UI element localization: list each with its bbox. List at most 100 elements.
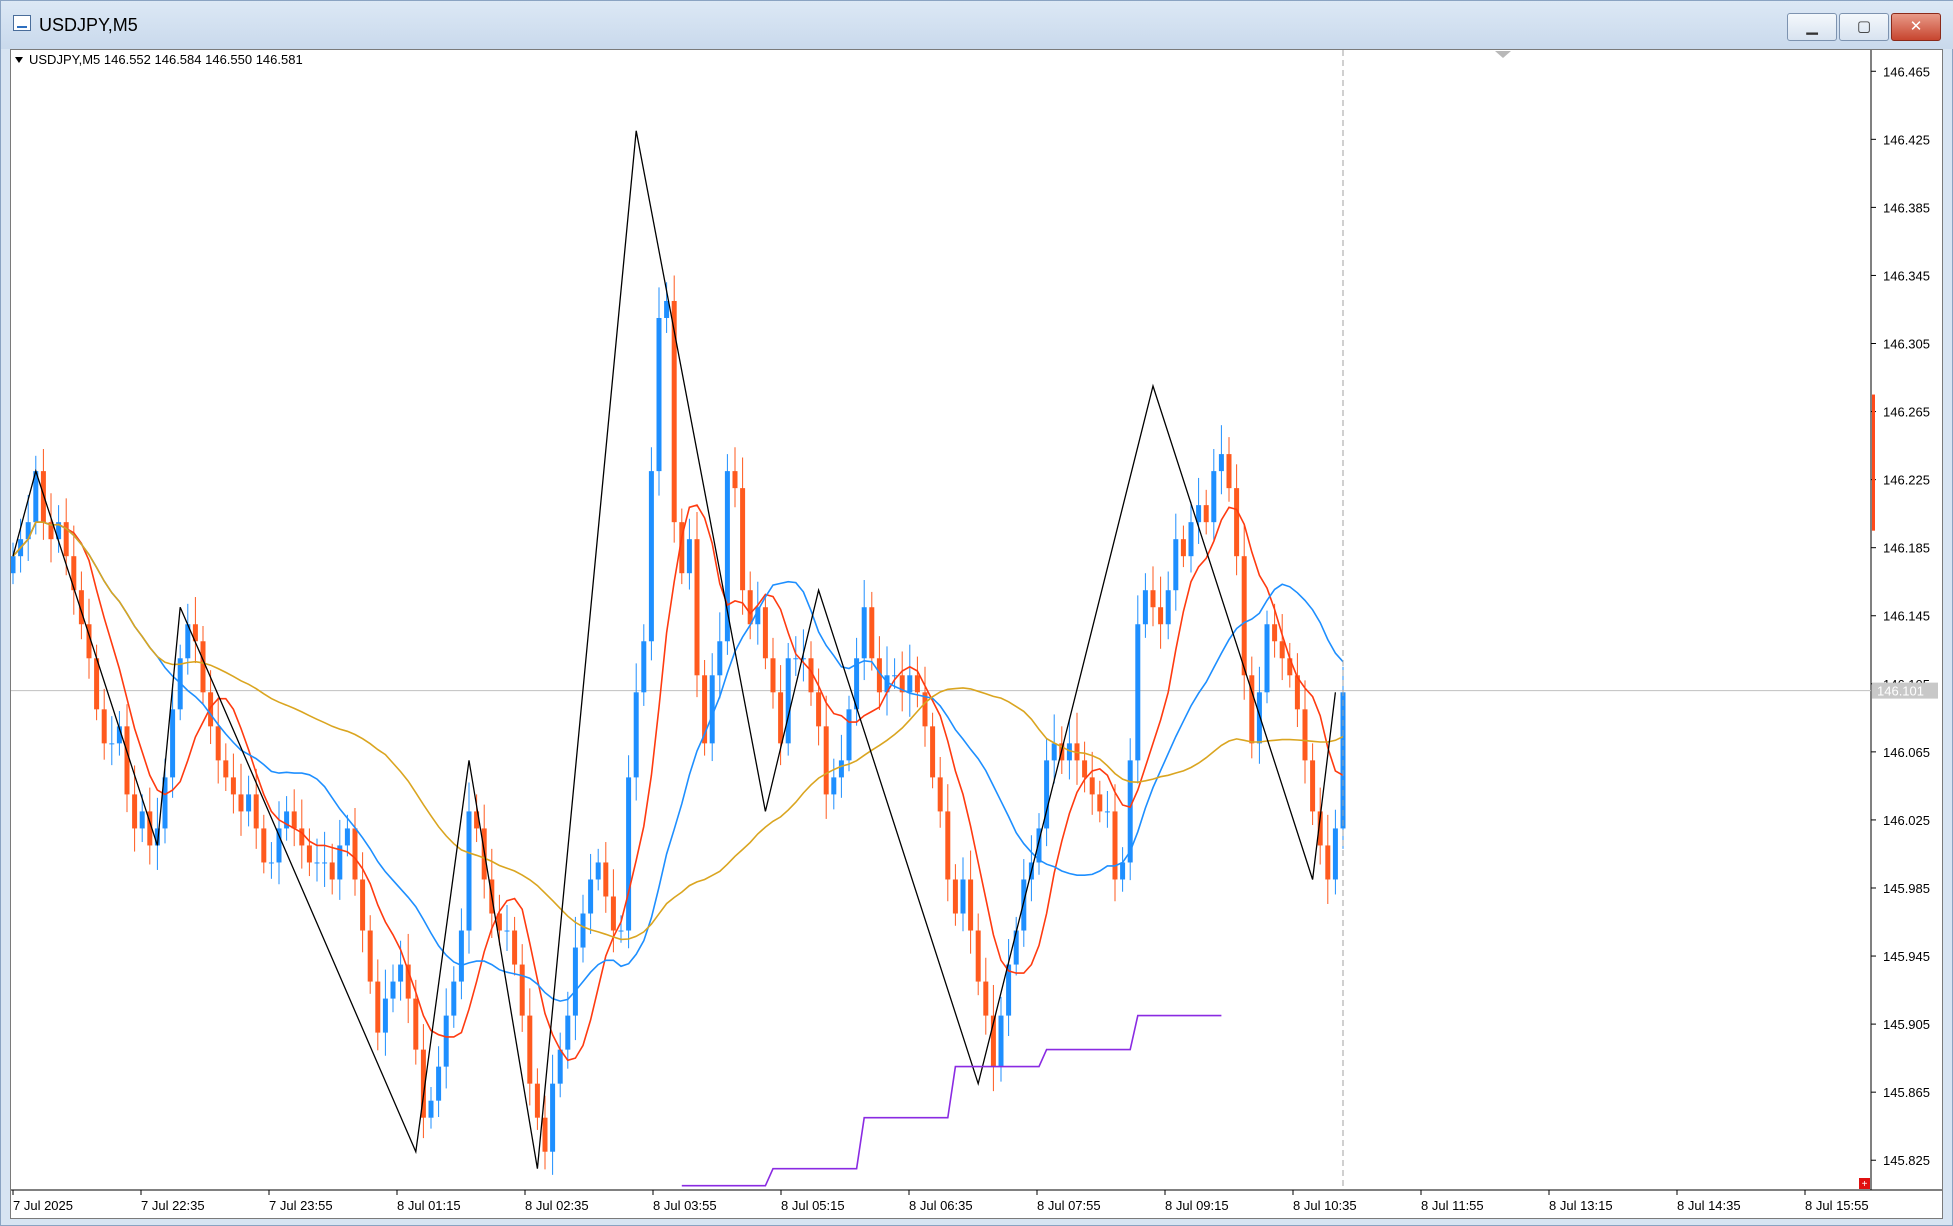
candle: [717, 612, 723, 699]
price-chart[interactable]: USDJPY,M5 146.552 146.584 146.550 146.58…: [10, 50, 1942, 1218]
step-indicator-line: [681, 1014, 1222, 1187]
candle: [656, 287, 662, 496]
candle: [1279, 614, 1285, 681]
candle: [1097, 780, 1103, 823]
candle: [1188, 501, 1194, 573]
candle: [306, 828, 312, 877]
candle-body: [101, 709, 107, 744]
candle-body: [1104, 811, 1110, 813]
candle-body: [443, 1015, 449, 1067]
candle-body: [1234, 488, 1240, 557]
chart-area[interactable]: USDJPY,M5 146.552 146.584 146.550 146.58…: [10, 49, 1943, 1219]
candle: [139, 794, 145, 843]
candle: [375, 959, 381, 1051]
candle-body: [314, 862, 320, 864]
candle-body: [572, 947, 578, 1016]
candle-body: [375, 981, 381, 1033]
candle-body: [778, 692, 784, 744]
candle-body: [451, 981, 457, 1016]
candle: [428, 1087, 434, 1129]
candle-body: [1279, 641, 1285, 659]
candle-body: [1272, 624, 1278, 642]
x-tick-label: 8 Jul 11:55: [1421, 1198, 1484, 1213]
candle-body: [1264, 624, 1270, 693]
candle: [451, 966, 457, 1028]
window-title: USDJPY,M5: [39, 15, 138, 35]
candle: [831, 758, 837, 810]
candle: [382, 969, 388, 1056]
y-tick-label: 146.025: [1883, 813, 1930, 828]
candle: [952, 864, 958, 926]
candle: [626, 755, 632, 949]
candle-body: [200, 641, 206, 693]
candle-body: [527, 1015, 533, 1084]
y-tick-label: 145.905: [1883, 1017, 1930, 1032]
candle-body: [1142, 590, 1148, 625]
candle-body: [253, 794, 259, 829]
candle: [405, 933, 411, 1024]
maximize-button[interactable]: ▢: [1839, 13, 1889, 41]
candle: [588, 853, 594, 934]
y-tick-label: 146.065: [1883, 745, 1930, 760]
candle-body: [1089, 777, 1095, 795]
candle-body: [1082, 760, 1088, 778]
candle: [1249, 656, 1255, 759]
candle-body: [390, 981, 396, 999]
candle-body: [762, 607, 768, 659]
minimize-button[interactable]: ▁: [1787, 13, 1837, 41]
candle-body: [1180, 539, 1186, 557]
candle: [990, 984, 996, 1092]
candle-body: [40, 471, 46, 523]
candle-body: [747, 590, 753, 625]
candle: [550, 1054, 556, 1175]
x-tick-label: 8 Jul 03:55: [653, 1198, 717, 1213]
candle-body: [344, 828, 350, 846]
x-tick-label: 8 Jul 09:15: [1165, 1198, 1229, 1213]
chart-shift-marker-icon[interactable]: [1495, 51, 1511, 58]
candle-body: [261, 828, 267, 863]
candle: [937, 756, 943, 828]
y-tick-label: 145.945: [1883, 949, 1930, 964]
candle-body: [519, 964, 525, 1016]
candle: [945, 784, 951, 902]
candle: [109, 716, 115, 766]
candle: [1294, 653, 1300, 728]
candle: [580, 894, 586, 963]
candle: [101, 688, 107, 760]
candle: [1158, 576, 1164, 649]
candle-body: [869, 607, 875, 659]
close-button[interactable]: ✕: [1891, 13, 1941, 41]
y-tick-label: 146.465: [1883, 64, 1930, 79]
x-tick-label: 8 Jul 05:15: [781, 1198, 845, 1213]
candle: [633, 663, 639, 801]
candle: [960, 857, 966, 932]
candle: [253, 768, 259, 849]
candle-body: [1013, 930, 1019, 965]
y-tick-label: 146.345: [1883, 268, 1930, 283]
chart-menu-triangle-icon[interactable]: [15, 57, 23, 63]
candle: [1226, 437, 1232, 502]
candle: [1218, 425, 1224, 495]
candle-body: [1203, 505, 1209, 523]
title-bar[interactable]: USDJPY,M5 ▁ ▢ ✕: [1, 1, 1953, 49]
candle: [557, 1032, 563, 1098]
x-tick-label: 8 Jul 02:35: [525, 1198, 589, 1213]
candle: [185, 603, 191, 675]
candle-body: [823, 726, 829, 795]
candle-body: [945, 811, 951, 880]
candle-body: [1120, 862, 1126, 880]
candle-body: [170, 709, 176, 778]
candle: [1142, 573, 1148, 638]
candle: [1120, 847, 1126, 892]
candle: [641, 624, 647, 706]
candle: [519, 944, 525, 1032]
candle-body: [641, 641, 647, 693]
moving-average-line: [12, 504, 1344, 1062]
candle-body: [937, 777, 943, 812]
candle: [1036, 813, 1042, 875]
candle: [223, 743, 229, 791]
candle: [1310, 743, 1316, 826]
candle-body: [124, 726, 130, 795]
candle-body: [633, 692, 639, 778]
candle-body: [132, 794, 138, 829]
